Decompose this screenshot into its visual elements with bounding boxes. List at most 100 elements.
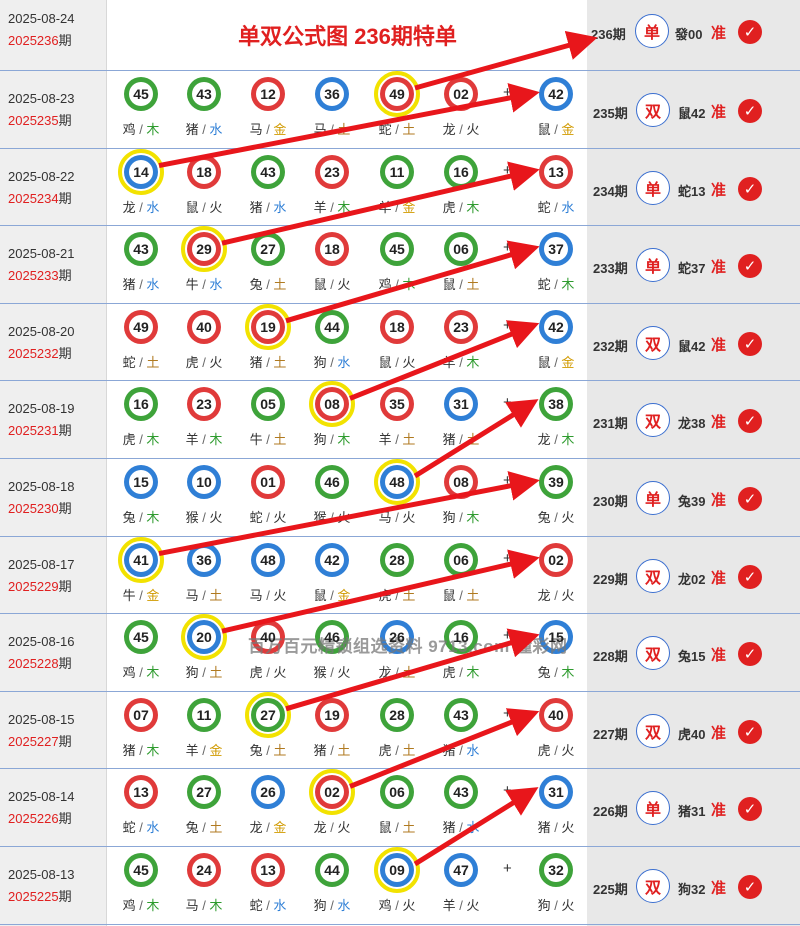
number-ball: 31 [539, 775, 573, 810]
ball-number: 06 [453, 551, 469, 568]
zodiac-label: 鼠 [185, 199, 199, 215]
result-issue: 228期 [593, 649, 628, 665]
element-label: 金 [561, 354, 575, 370]
result-value: 兔15 [678, 649, 706, 665]
result-ok: 准 [711, 802, 727, 820]
number-ball: 02 [315, 775, 349, 810]
result-value: 虎40 [678, 726, 706, 742]
ball-number: 32 [548, 862, 564, 878]
number-ball: 26 [251, 775, 285, 810]
zodiac-element-label: 猪 / 水 [442, 820, 480, 836]
element-label: 火 [273, 587, 287, 603]
zodiac-element-label: 虎 / 火 [249, 665, 287, 681]
row-issue: 2025231期 [8, 423, 72, 439]
ball-number: 23 [453, 318, 469, 335]
zodiac-element-label: 羊 / 火 [442, 898, 480, 913]
ball-number: 42 [324, 551, 340, 568]
number-ball: 18 [187, 154, 221, 189]
ball-number: 48 [389, 474, 405, 490]
zodiac-label: 虎 [537, 742, 551, 758]
element-label: 金 [146, 587, 160, 603]
element-label: 木 [146, 898, 160, 913]
ball-number: 19 [324, 706, 340, 723]
element-label: 火 [209, 199, 223, 215]
zodiac-element-label: 狗 / 木 [442, 510, 480, 525]
zodiac-element-label: 猪 / 水 [249, 199, 287, 215]
zodiac-label: 马 [378, 510, 392, 525]
zodiac-label: 虎 [442, 199, 456, 215]
zodiac-label: 鸡 [122, 898, 136, 913]
zodiac-label: 猪 [537, 820, 551, 836]
zodiac-label: 猪 [122, 277, 136, 293]
number-ball: 20 [187, 620, 221, 655]
number-ball: 37 [539, 232, 573, 267]
zodiac-element-label: 兔 / 土 [249, 742, 287, 758]
zodiac-label: 兔 [537, 665, 551, 681]
element-label: 金 [337, 587, 351, 603]
zodiac-element-label: 兔 / 火 [537, 510, 575, 525]
number-ball: 31 [444, 387, 478, 422]
element-label: 水 [273, 199, 287, 215]
element-label: 木 [402, 277, 416, 293]
element-label: 火 [561, 587, 575, 603]
number-ball: 42 [315, 542, 349, 577]
number-ball: 13 [539, 154, 573, 189]
zodiac-element-label: 虎 / 木 [442, 665, 480, 681]
number-ball: 08 [444, 465, 478, 499]
zodiac-label: 羊 [185, 742, 199, 758]
ball-number: 47 [453, 862, 469, 878]
element-label: 土 [466, 587, 480, 603]
check-icon: ✓ [738, 331, 762, 356]
number-ball: 40 [187, 309, 221, 344]
element-label: 火 [466, 898, 480, 913]
ball-number: 27 [196, 784, 212, 801]
result-value: 猪31 [678, 804, 706, 820]
number-ball: 18 [380, 309, 414, 344]
element-label: 火 [273, 665, 287, 681]
row-date: 2025-08-17 [8, 556, 75, 572]
zodiac-element-label: 狗 / 土 [185, 665, 223, 681]
element-label: 水 [561, 199, 575, 215]
ball-number: 14 [133, 163, 149, 180]
row-divider [0, 147, 800, 149]
zodiac-label: 猴 [313, 510, 327, 525]
element-label: 土 [209, 820, 223, 836]
element-label: 水 [466, 742, 480, 758]
number-ball: 19 [315, 697, 349, 732]
element-label: 木 [146, 510, 160, 525]
plus-sign: + [503, 84, 512, 101]
zodiac-element-label: 猴 / 火 [185, 510, 223, 525]
zodiac-element-label: 鸡 / 木 [122, 665, 160, 681]
zodiac-element-label: 蛇 / 木 [537, 277, 575, 293]
number-ball: 15 [124, 465, 158, 499]
zodiac-element-label: 狗 / 火 [537, 898, 575, 913]
ball-number: 19 [260, 318, 276, 335]
ball-number: 31 [548, 784, 564, 801]
zodiac-element-label: 龙 / 木 [537, 432, 575, 448]
zodiac-element-label: 猪 / 土 [249, 354, 287, 370]
plus-sign: + [503, 161, 512, 179]
plus-sign: + [503, 860, 512, 877]
element-label: 火 [402, 898, 416, 913]
zodiac-element-label: 虎 / 土 [378, 742, 416, 758]
ball-number: 11 [389, 163, 405, 180]
number-ball: 48 [251, 542, 285, 577]
row-divider [0, 846, 800, 847]
row-issue: 2025234期 [8, 190, 72, 206]
lottery-chart-board: 2025-08-24 2025236期 单双公式图 236期特单 236期 单 … [0, 0, 800, 926]
zodiac-element-label: 马 / 火 [249, 587, 287, 603]
row-date: 2025-08-23 [8, 91, 75, 106]
row-issue: 2025235期 [8, 113, 72, 128]
plus-sign: + [503, 239, 512, 257]
result-issue: 225期 [593, 882, 628, 897]
element-label: 火 [561, 510, 575, 525]
zodiac-label: 鼠 [378, 354, 392, 370]
element-label: 木 [209, 432, 223, 448]
zodiac-label: 龙 [378, 665, 392, 681]
zodiac-label: 猪 [313, 742, 327, 758]
result-ok: 准 [711, 647, 727, 665]
element-label: 火 [561, 898, 575, 913]
result-value: 蛇13 [678, 183, 706, 199]
zodiac-label: 羊 [378, 199, 392, 215]
number-ball: 29 [187, 232, 221, 267]
